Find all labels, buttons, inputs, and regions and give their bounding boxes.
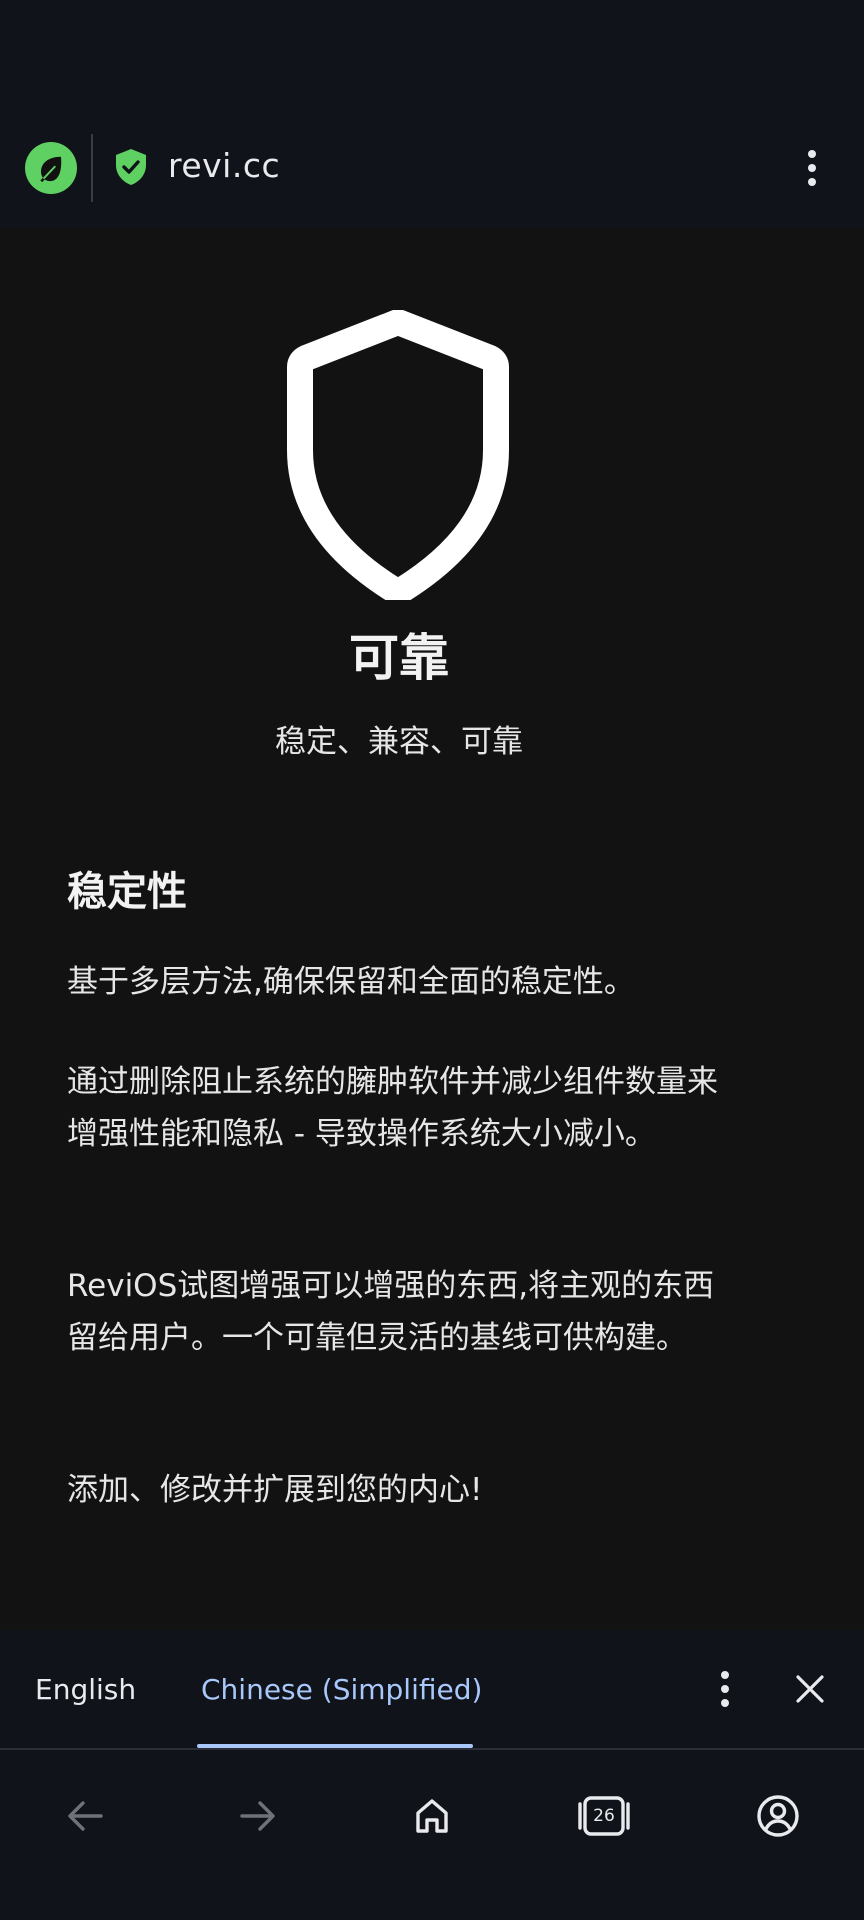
close-icon[interactable]	[790, 1666, 830, 1712]
leaf-icon[interactable]	[25, 142, 77, 194]
more-vert-icon[interactable]	[708, 1666, 742, 1712]
shield-outline-icon	[278, 309, 518, 604]
paragraph: 通过删除阻止系统的臃肿软件并减少组件数量来增强性能和隐私 - 导致操作系统大小减…	[67, 1064, 718, 1152]
tab-source-language[interactable]: English	[35, 1630, 136, 1748]
url-display[interactable]: revi.cc	[168, 144, 280, 188]
account-circle-icon[interactable]	[750, 1788, 806, 1844]
section-title: 稳定性	[67, 869, 187, 915]
home-icon[interactable]	[404, 1788, 460, 1844]
arrow-back-icon[interactable]	[57, 1788, 113, 1844]
translate-bar: English Chinese (Simplified)	[0, 1630, 864, 1748]
status-bar	[0, 0, 864, 110]
hero-subtitle: 稳定、兼容、可靠	[275, 724, 523, 760]
paragraph: 基于多层方法,确保保留和全面的稳定性。	[67, 964, 635, 1000]
arrow-forward-icon[interactable]	[230, 1788, 286, 1844]
tab-target-language[interactable]: Chinese (Simplified)	[201, 1630, 482, 1748]
bottom-navigation: 26	[0, 1750, 864, 1920]
paragraph: 添加、修改并扩展到您的内心!	[67, 1472, 483, 1508]
page-content: 可靠 稳定、兼容、可靠 稳定性 基于多层方法,确保保留和全面的稳定性。 通过删除…	[0, 228, 864, 1630]
browser-screen: revi.cc 可靠 稳定、兼容、可靠 稳定性 基于多层方法,确保保留和全面的稳…	[0, 0, 864, 1920]
tab-switcher-icon[interactable]: 26	[576, 1788, 632, 1844]
hero-title: 可靠	[349, 629, 449, 687]
browser-toolbar: revi.cc	[0, 110, 864, 228]
more-vert-icon[interactable]	[796, 146, 828, 190]
toolbar-divider	[91, 134, 93, 202]
paragraph: ReviOS试图增强可以增强的东西,将主观的东西留给用户。一个可靠但灵活的基线可…	[67, 1268, 715, 1356]
tab-count: 26	[593, 1806, 615, 1826]
shield-check-icon[interactable]	[114, 148, 148, 186]
